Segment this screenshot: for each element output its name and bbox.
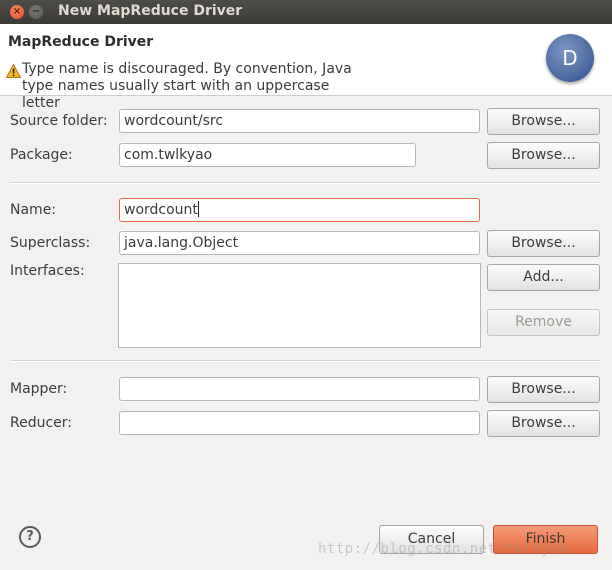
close-window-button[interactable]: × (10, 5, 24, 19)
warning-message-line2: type names usually start with an upperca… (22, 78, 330, 111)
superclass-browse-button[interactable]: Browse... (487, 230, 600, 257)
window-title: New MapReduce Driver (58, 3, 243, 19)
reducer-field[interactable] (119, 411, 480, 435)
warning-message: Type name is discouraged. By convention,… (22, 61, 362, 112)
source-folder-label: Source folder: (10, 113, 108, 129)
package-label: Package: (10, 147, 73, 163)
separator (10, 360, 600, 362)
wizard-banner: MapReduce Driver Type name is discourage… (0, 24, 612, 111)
mapper-browse-button[interactable]: Browse... (487, 376, 600, 403)
package-browse-button[interactable]: Browse... (487, 142, 600, 169)
superclass-label: Superclass: (10, 235, 91, 251)
warning-icon (6, 64, 21, 78)
superclass-field[interactable]: java.lang.Object (119, 231, 480, 255)
name-field[interactable]: wordcount (119, 198, 480, 222)
interfaces-label: Interfaces: (10, 263, 85, 279)
remove-interface-button[interactable]: Remove (487, 309, 600, 336)
interfaces-list[interactable] (118, 263, 481, 348)
wizard-logo-icon: D (546, 34, 594, 82)
package-field[interactable]: com.twlkyao (119, 143, 416, 167)
reducer-label: Reducer: (10, 415, 73, 431)
source-folder-browse-button[interactable]: Browse... (487, 108, 600, 135)
help-icon[interactable]: ? (19, 526, 41, 548)
name-label: Name: (10, 202, 57, 218)
watermark: http://blog.csdn.net/twlkyao (318, 541, 569, 557)
warning-message-line1: Type name is discouraged. By convention,… (22, 61, 352, 77)
minimize-window-button[interactable]: − (29, 5, 43, 19)
reducer-browse-button[interactable]: Browse... (487, 410, 600, 437)
wizard-page-title: MapReduce Driver (8, 34, 154, 50)
name-field-value: wordcount (124, 202, 198, 218)
separator (10, 182, 600, 184)
text-cursor (197, 201, 199, 217)
window-titlebar: × − New MapReduce Driver (0, 0, 612, 24)
source-folder-field[interactable]: wordcount/src (119, 109, 480, 133)
add-interface-button[interactable]: Add... (487, 264, 600, 291)
mapper-field[interactable] (119, 377, 480, 401)
mapper-label: Mapper: (10, 381, 68, 397)
